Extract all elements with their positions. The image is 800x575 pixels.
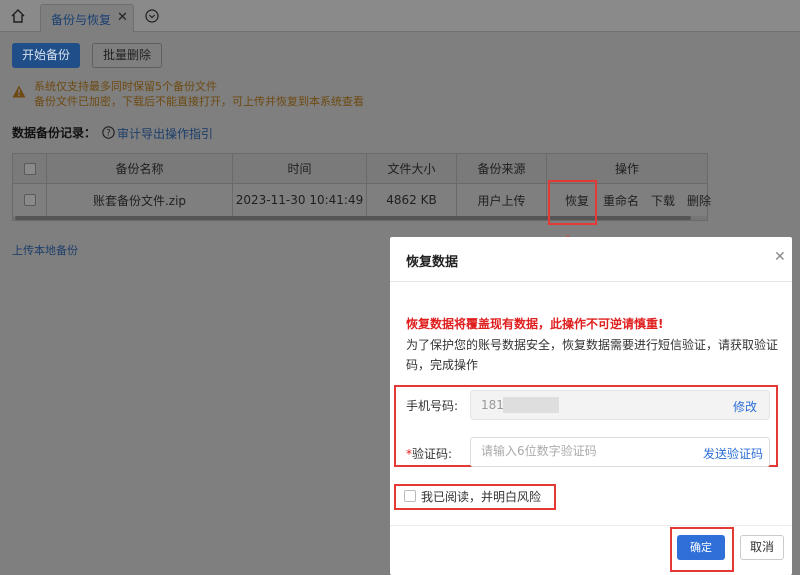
start-backup-button[interactable]: 开始备份 xyxy=(12,43,80,68)
help-circle-icon: ? xyxy=(102,126,115,139)
code-input[interactable] xyxy=(481,444,681,458)
delete-action[interactable]: 删除 xyxy=(687,192,711,209)
row-time: 2023-11-30 10:41:49 xyxy=(233,184,367,216)
send-code-button[interactable]: 发送验证码 xyxy=(703,445,763,462)
backup-table: 备份名称 时间 文件大小 备份来源 操作 账套备份文件.zip 2023-11-… xyxy=(12,153,711,221)
row-checkbox[interactable] xyxy=(23,194,36,206)
restore-description: 为了保护您的账号数据安全，恢复数据需要进行短信验证，请获取验证码，完成操作 xyxy=(406,338,779,372)
row-checkbox-cell xyxy=(13,184,47,216)
confirm-button[interactable]: 确定 xyxy=(677,535,725,560)
code-label-text: 验证码: xyxy=(412,447,453,461)
batch-delete-button[interactable]: 批量删除 xyxy=(92,43,162,68)
header-size: 文件大小 xyxy=(367,154,457,183)
table-row: 账套备份文件.zip 2023-11-30 10:41:49 4862 KB 用… xyxy=(13,184,711,216)
header-actions: 操作 xyxy=(614,162,639,176)
warning-icon xyxy=(12,85,26,98)
row-name: 账套备份文件.zip xyxy=(47,184,233,216)
download-action[interactable]: 下载 xyxy=(651,192,675,209)
home-icon[interactable] xyxy=(10,8,26,24)
tab-backup-restore[interactable]: 备份与恢复 ✕ xyxy=(40,4,134,32)
code-label: *验证码: xyxy=(406,445,452,462)
phone-value: 181 xyxy=(481,398,504,412)
upload-local-backup-link[interactable]: 上传本地备份 xyxy=(12,242,78,258)
close-icon[interactable]: ✕ xyxy=(774,249,786,265)
restore-dialog: 恢复数据 ✕ 恢复数据将覆盖现有数据，此操作不可逆请慎重! 为了保护您的账号数据… xyxy=(390,237,792,575)
phone-redaction xyxy=(503,397,559,413)
svg-text:?: ? xyxy=(106,129,111,139)
chevron-down-circle-icon[interactable] xyxy=(145,9,159,23)
header-source: 备份来源 xyxy=(457,154,547,183)
restore-warning: 恢复数据将覆盖现有数据，此操作不可逆请慎重! xyxy=(406,317,664,331)
records-label: 数据备份记录： xyxy=(12,126,97,140)
dialog-title: 恢复数据 xyxy=(406,255,459,270)
agree-label[interactable]: 我已阅读，并明白风险 xyxy=(421,488,541,505)
notice-line-2: 备份文件已加密，下载后不能直接打开，可上传并恢复到本系统查看 xyxy=(34,95,364,108)
cancel-button[interactable]: 取消 xyxy=(740,535,784,560)
dialog-footer-divider xyxy=(390,525,792,526)
header-checkbox-cell xyxy=(13,154,47,183)
notice-line-1: 系统仅支持最多同时保留5个备份文件 xyxy=(34,80,217,93)
edit-phone-link[interactable]: 修改 xyxy=(733,398,757,415)
table-header: 备份名称 时间 文件大小 备份来源 操作 xyxy=(13,154,707,184)
phone-field: 181 修改 xyxy=(470,390,770,420)
phone-label: 手机号码: xyxy=(406,399,459,413)
select-all-checkbox[interactable] xyxy=(23,162,36,175)
tab-bar: 备份与恢复 ✕ xyxy=(0,0,800,32)
agree-checkbox[interactable] xyxy=(404,490,416,502)
dialog-divider xyxy=(390,281,792,282)
tab-close-icon[interactable]: ✕ xyxy=(117,10,128,25)
guide-link[interactable]: 审计导出操作指引 xyxy=(117,125,213,142)
header-name: 备份名称 xyxy=(47,154,233,183)
tab-label: 备份与恢复 xyxy=(51,13,112,27)
code-field[interactable]: 发送验证码 xyxy=(470,437,770,467)
rename-action[interactable]: 重命名 xyxy=(603,192,639,209)
restore-highlight-box xyxy=(548,180,597,225)
row-size: 4862 KB xyxy=(367,184,457,216)
header-time: 时间 xyxy=(233,154,367,183)
row-source: 用户上传 xyxy=(457,184,547,216)
table-scrollbar[interactable] xyxy=(13,216,707,220)
